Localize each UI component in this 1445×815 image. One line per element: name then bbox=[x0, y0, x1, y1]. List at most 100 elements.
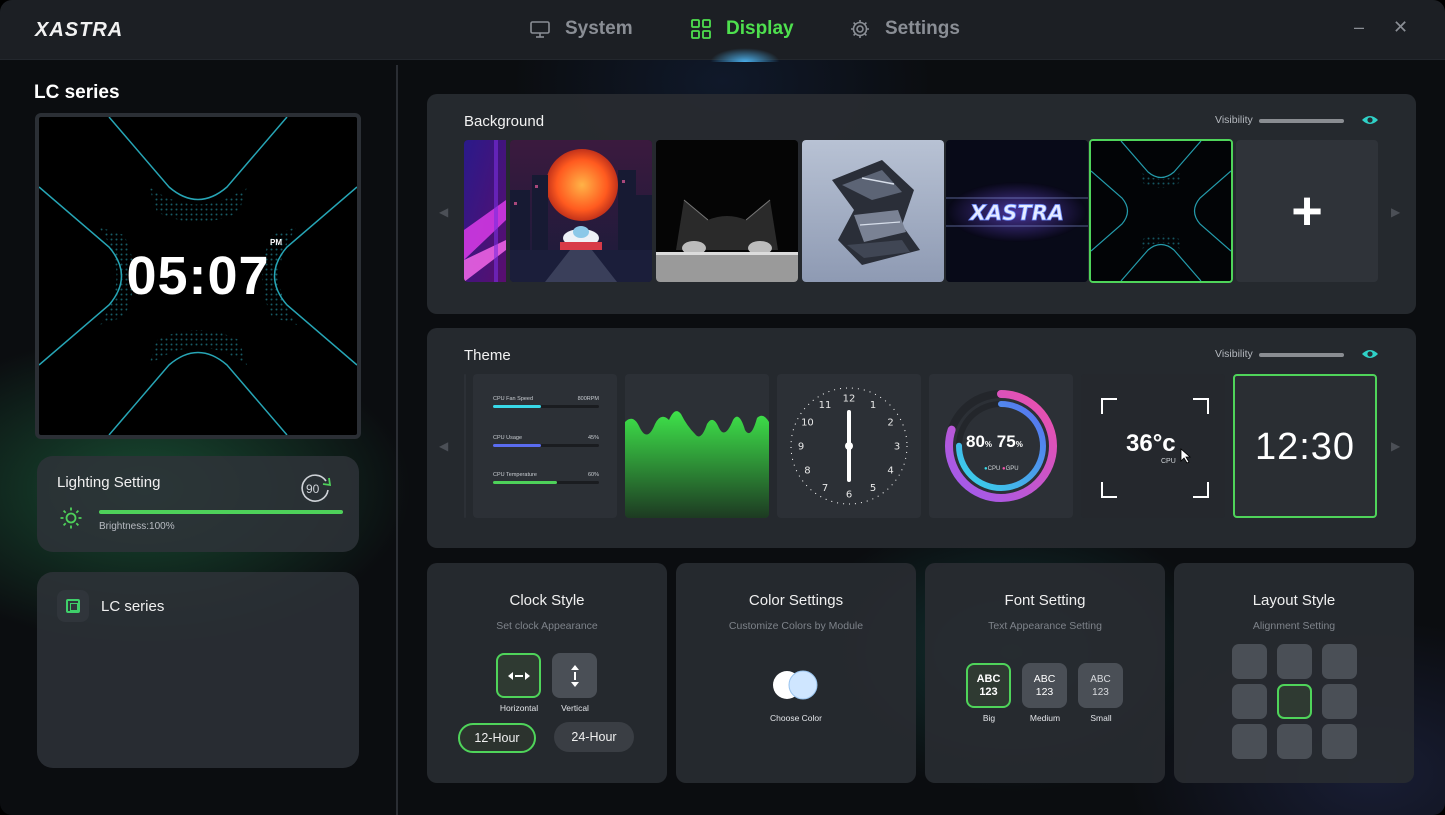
chrome-image bbox=[802, 140, 944, 282]
ring-values: 80% 75% bbox=[966, 432, 1023, 452]
clock-number: 9 bbox=[798, 442, 804, 453]
theme-panel: Theme Visibility ◀ ▶ CPU Fan Speed 800RPM… bbox=[427, 328, 1416, 548]
stat-fan-value: 800RPM bbox=[577, 396, 599, 402]
stat-usage: CPU Usage 45% bbox=[493, 435, 599, 447]
tab-settings[interactable]: Settings bbox=[849, 18, 960, 40]
background-thumb-cyber-city[interactable] bbox=[510, 140, 652, 282]
font-medium-button[interactable]: ABC 123 bbox=[1022, 663, 1067, 708]
stat-usage-fill bbox=[493, 444, 541, 447]
vertical-clock-button[interactable] bbox=[552, 653, 597, 698]
background-thumb-cat[interactable] bbox=[656, 140, 798, 282]
background-next-arrow[interactable]: ▶ bbox=[1391, 205, 1400, 219]
font-small-button[interactable]: ABC 123 bbox=[1078, 663, 1123, 708]
monitor-icon bbox=[530, 21, 550, 38]
clock-number: 11 bbox=[819, 400, 832, 411]
layout-cell-3[interactable] bbox=[1322, 644, 1357, 679]
24-hour-button[interactable]: 24-Hour bbox=[554, 722, 634, 752]
horizontal-caption: Horizontal bbox=[499, 703, 539, 713]
background-thumb-xastra[interactable]: XASTRA bbox=[946, 140, 1088, 282]
font-big-button[interactable]: ABC 123 bbox=[966, 663, 1011, 708]
clock-number: 4 bbox=[887, 466, 893, 477]
analog-clock-graphic: 12 12 3 45 6 7 8 9 10 11 bbox=[790, 387, 908, 505]
lighting-setting-card: Lighting Setting 90 Brightness:100% bbox=[37, 456, 359, 552]
choose-color-caption: Choose Color bbox=[770, 713, 822, 723]
column-divider bbox=[396, 65, 398, 815]
theme-next-arrow[interactable]: ▶ bbox=[1391, 439, 1400, 453]
background-visibility-slider[interactable] bbox=[1259, 119, 1344, 123]
12-hour-button[interactable]: 12-Hour bbox=[458, 723, 536, 753]
layout-style-subtitle: Alignment Setting bbox=[1252, 620, 1336, 632]
font-big-top: ABC bbox=[976, 672, 1001, 685]
theme-thumb-stats[interactable]: CPU Fan Speed 800RPM CPU Usage 45% CPU Tem… bbox=[473, 374, 617, 518]
color-picker-icon[interactable] bbox=[772, 670, 820, 700]
theme-prev-arrow[interactable]: ◀ bbox=[439, 439, 448, 453]
layout-cell-6[interactable] bbox=[1322, 684, 1357, 719]
app-window: XASTRA System Display Settings – ✕ LC se… bbox=[0, 0, 1445, 815]
background-thumb-neon[interactable] bbox=[464, 140, 506, 282]
background-thumb-x-pattern[interactable] bbox=[1089, 139, 1233, 283]
add-background-button[interactable]: + bbox=[1236, 140, 1378, 282]
horizontal-clock-button[interactable] bbox=[496, 653, 541, 698]
layout-cell-1[interactable] bbox=[1232, 644, 1267, 679]
frame-corner bbox=[1101, 482, 1117, 498]
background-thumb-chrome[interactable] bbox=[802, 140, 944, 282]
brightness-label: Brightness:100% bbox=[99, 521, 175, 532]
temperature-label: CPU bbox=[1161, 458, 1176, 465]
font-setting-title: Font Setting bbox=[1004, 592, 1086, 609]
layout-style-card: Layout Style Alignment Setting bbox=[1174, 563, 1414, 783]
layout-cell-8[interactable] bbox=[1277, 724, 1312, 759]
tab-system-label: System bbox=[565, 18, 633, 39]
vertical-arrows-icon bbox=[570, 664, 579, 687]
layout-cell-7[interactable] bbox=[1232, 724, 1267, 759]
title-bar: XASTRA System Display Settings – ✕ bbox=[0, 0, 1445, 62]
ring-gpu-unit: % bbox=[1015, 440, 1023, 449]
eye-icon[interactable] bbox=[1361, 346, 1379, 362]
clock-number: 5 bbox=[870, 483, 876, 494]
active-tab-glow bbox=[710, 48, 780, 62]
font-big-caption: Big bbox=[982, 713, 996, 723]
clock-number: 12 bbox=[843, 394, 856, 405]
tab-system[interactable]: System bbox=[529, 18, 633, 40]
stat-fan-fill bbox=[493, 405, 541, 408]
layout-cell-5[interactable] bbox=[1277, 684, 1312, 719]
clock-style-subtitle: Set clock Appearance bbox=[496, 620, 598, 632]
layout-cell-2[interactable] bbox=[1277, 644, 1312, 679]
theme-thumb-analog-clock[interactable]: 12 1 2 3 4 5 6 7 8 9 10 11 bbox=[777, 374, 921, 518]
theme-thumb-digital-clock[interactable]: 12:30 bbox=[1233, 374, 1377, 518]
clock-number: 2 bbox=[887, 418, 893, 429]
rotate-button[interactable]: 90 bbox=[298, 472, 334, 504]
color-settings-card: Color Settings Customize Colors by Modul… bbox=[676, 563, 916, 783]
tab-display-label: Display bbox=[726, 18, 794, 39]
clock-number: 3 bbox=[894, 442, 900, 453]
eye-icon[interactable] bbox=[1361, 112, 1379, 128]
tab-display[interactable]: Display bbox=[690, 18, 794, 40]
ring-legend: ●CPU ●GPU bbox=[984, 466, 1019, 472]
clock-number: 7 bbox=[822, 483, 828, 494]
ring-cpu-unit: % bbox=[984, 440, 993, 449]
rotation-value: 90 bbox=[306, 482, 320, 496]
frame-corner bbox=[1101, 398, 1117, 414]
background-title: Background bbox=[464, 113, 545, 130]
layout-cell-4[interactable] bbox=[1232, 684, 1267, 719]
stat-temp-label: CPU Temperature bbox=[493, 472, 537, 478]
theme-thumb-temperature[interactable]: 36°c CPU bbox=[1081, 374, 1225, 518]
minimize-button[interactable]: – bbox=[1354, 17, 1364, 38]
background-prev-arrow[interactable]: ◀ bbox=[439, 205, 448, 219]
background-visibility-label: Visibility bbox=[1215, 114, 1253, 126]
font-setting-card: Font Setting Text Appearance Setting ABC… bbox=[925, 563, 1165, 783]
brightness-icon bbox=[60, 507, 82, 529]
stat-fan: CPU Fan Speed 800RPM bbox=[493, 396, 599, 408]
theme-thumb-partial bbox=[464, 374, 466, 518]
theme-thumb-wave[interactable] bbox=[625, 374, 769, 518]
theme-visibility-slider[interactable] bbox=[1259, 353, 1344, 357]
layout-cell-9[interactable] bbox=[1322, 724, 1357, 759]
brightness-slider[interactable] bbox=[99, 510, 343, 514]
device-name: LC series bbox=[101, 597, 165, 615]
device-item-lc-series[interactable]: LC series bbox=[57, 590, 164, 622]
gear-icon bbox=[851, 20, 869, 38]
font-medium-top: ABC bbox=[1033, 672, 1056, 685]
theme-thumb-ring[interactable]: 80% 75% ●CPU ●GPU bbox=[929, 374, 1073, 518]
close-button[interactable]: ✕ bbox=[1393, 17, 1408, 38]
xastra-image-text: XASTRA bbox=[968, 201, 1064, 225]
ring-cpu-value: 80 bbox=[966, 432, 985, 451]
